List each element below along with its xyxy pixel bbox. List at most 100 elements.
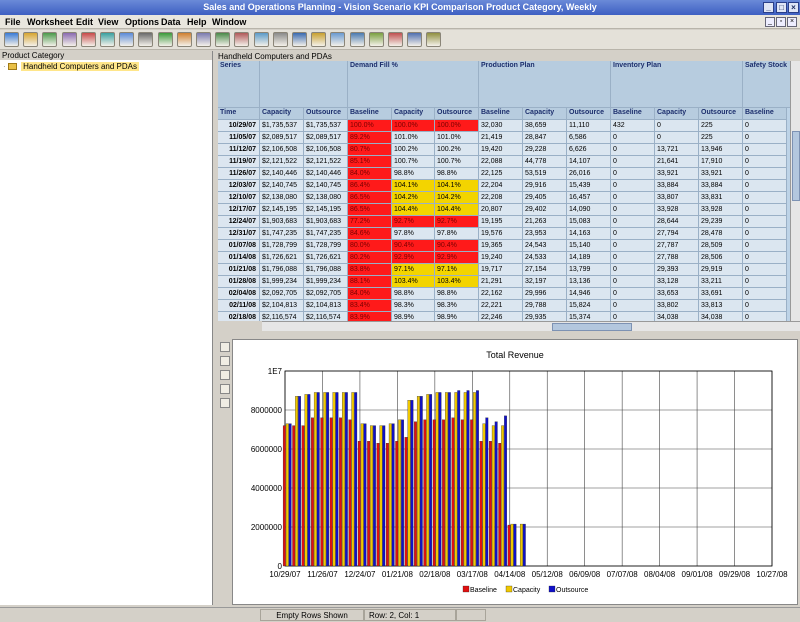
table-cell[interactable]: 28,478 xyxy=(699,228,743,240)
table-cell[interactable]: 77.2% xyxy=(348,216,392,228)
table-cell[interactable]: 104.2% xyxy=(435,192,479,204)
table-cell[interactable]: 0 xyxy=(611,252,655,264)
table-cell[interactable]: 0 xyxy=(611,144,655,156)
table-cell[interactable]: 86.5% xyxy=(348,192,392,204)
horizontal-scrollbar[interactable] xyxy=(262,321,800,331)
table-cell[interactable]: 24,533 xyxy=(523,252,567,264)
table-cell[interactable]: 22,208 xyxy=(479,192,523,204)
table-cell[interactable]: 15,140 xyxy=(567,240,611,252)
minimize-button[interactable]: _ xyxy=(763,2,774,13)
table-cell[interactable]: 33,831 xyxy=(699,192,743,204)
table-cell[interactable]: 432 xyxy=(611,120,655,132)
table-cell[interactable]: 0 xyxy=(743,120,787,132)
table-cell[interactable]: $2,106,508 xyxy=(260,144,304,156)
sort-icon[interactable] xyxy=(407,32,423,47)
table-cell[interactable]: 0 xyxy=(611,300,655,312)
table-cell[interactable]: $2,104,813 xyxy=(260,300,304,312)
table-cell[interactable]: 14,946 xyxy=(567,288,611,300)
table-cell[interactable]: 104.1% xyxy=(392,180,435,192)
table-cell[interactable]: $2,121,522 xyxy=(260,156,304,168)
table-cell[interactable]: 33,128 xyxy=(655,276,699,288)
table-cell[interactable]: 27,787 xyxy=(655,240,699,252)
table-cell[interactable]: 17,910 xyxy=(699,156,743,168)
table-cell[interactable]: $2,138,080 xyxy=(260,192,304,204)
table-cell[interactable]: $2,092,705 xyxy=(260,288,304,300)
table-row[interactable]: 10/29/07 $1,735,537 $1,735,537 100.0% 100.0%… xyxy=(218,120,790,132)
table-cell[interactable]: 22,088 xyxy=(479,156,523,168)
table-cell[interactable]: 0 xyxy=(611,216,655,228)
table-cell[interactable]: 14,107 xyxy=(567,156,611,168)
table-cell[interactable]: $1,796,088 xyxy=(260,264,304,276)
table-cell[interactable]: 98.9% xyxy=(435,312,479,321)
table-cell[interactable]: $1,903,683 xyxy=(260,216,304,228)
table-cell[interactable]: 26,016 xyxy=(567,168,611,180)
table-cell[interactable]: 100.0% xyxy=(348,120,392,132)
menu-file[interactable]: File xyxy=(5,16,21,28)
table-cell[interactable]: 29,996 xyxy=(523,288,567,300)
table-cell[interactable]: 0 xyxy=(743,156,787,168)
table-cell[interactable]: 14,090 xyxy=(567,204,611,216)
table-cell[interactable]: 29,919 xyxy=(699,264,743,276)
table-cell[interactable]: 104.4% xyxy=(435,204,479,216)
menu-data[interactable]: Data xyxy=(161,16,181,28)
table-cell[interactable]: 0 xyxy=(743,300,787,312)
table-cell[interactable]: 0 xyxy=(743,168,787,180)
table-cell[interactable]: 86.4% xyxy=(348,180,392,192)
report-icon[interactable] xyxy=(119,32,135,47)
bar-chart-icon[interactable] xyxy=(311,32,327,47)
table-cell[interactable]: 34,038 xyxy=(655,312,699,321)
table-cell[interactable]: $2,145,195 xyxy=(304,204,348,216)
table-cell[interactable]: $2,138,080 xyxy=(304,192,348,204)
table-cell[interactable]: 0 xyxy=(743,228,787,240)
table-cell[interactable]: 0 xyxy=(655,132,699,144)
table-cell[interactable]: 0 xyxy=(611,264,655,276)
table-cell[interactable]: 104.2% xyxy=(392,192,435,204)
menu-options[interactable]: Options xyxy=(125,16,159,28)
table-cell[interactable]: 21,641 xyxy=(655,156,699,168)
table-cell[interactable]: 6,626 xyxy=(567,144,611,156)
table-cell[interactable]: 38,659 xyxy=(523,120,567,132)
table-row[interactable]: 12/24/07 $1,903,683 $1,903,683 77.2% 92.7% 92… xyxy=(218,216,790,228)
table-cell[interactable]: 22,162 xyxy=(479,288,523,300)
table-cell[interactable]: $2,089,517 xyxy=(260,132,304,144)
table-cell[interactable]: 29,935 xyxy=(523,312,567,321)
area-chart-icon[interactable] xyxy=(220,370,230,380)
table-cell[interactable]: 98.8% xyxy=(392,288,435,300)
table-row[interactable]: 02/04/08 $2,092,705 $2,092,705 84.0% 98.8% 98… xyxy=(218,288,790,300)
table-cell[interactable]: 98.8% xyxy=(435,288,479,300)
table-cell[interactable]: $2,140,446 xyxy=(304,168,348,180)
data-grid[interactable]: Series Demand Fill % Production Plan Invent… xyxy=(218,61,790,321)
table-cell[interactable]: 0 xyxy=(743,204,787,216)
mdi-minimize-button[interactable]: _ xyxy=(765,17,775,27)
table-cell[interactable]: 98.8% xyxy=(392,168,435,180)
table-row[interactable]: 11/26/07 $2,140,446 $2,140,446 84.0% 98.8% 98… xyxy=(218,168,790,180)
table-cell[interactable]: 27,788 xyxy=(655,252,699,264)
table-cell[interactable]: $2,140,745 xyxy=(260,180,304,192)
table-cell[interactable]: 88.1% xyxy=(348,276,392,288)
table-cell[interactable]: $2,140,446 xyxy=(260,168,304,180)
table-cell[interactable]: 19,240 xyxy=(479,252,523,264)
stacked-chart-icon[interactable] xyxy=(220,398,230,408)
table-row[interactable]: 12/10/07 $2,138,080 $2,138,080 86.5% 104.2% 1… xyxy=(218,192,790,204)
table-cell[interactable]: $1,747,235 xyxy=(304,228,348,240)
table-cell[interactable]: 13,946 xyxy=(699,144,743,156)
table-cell[interactable]: 22,246 xyxy=(479,312,523,321)
table-row[interactable]: 01/28/08 $1,999,234 $1,999,234 88.1% 103.4% 1… xyxy=(218,276,790,288)
table-cell[interactable]: 98.8% xyxy=(435,168,479,180)
table-cell[interactable]: 13,799 xyxy=(567,264,611,276)
table-cell[interactable]: 15,083 xyxy=(567,216,611,228)
table-cell[interactable]: 0 xyxy=(611,204,655,216)
table-cell[interactable]: 33,807 xyxy=(655,192,699,204)
table-cell[interactable]: 101.0% xyxy=(435,132,479,144)
grid-icon[interactable] xyxy=(272,32,288,47)
table-cell[interactable]: $1,735,537 xyxy=(260,120,304,132)
table-cell[interactable]: $2,140,745 xyxy=(304,180,348,192)
link-icon[interactable] xyxy=(253,32,269,47)
table-cell[interactable]: 103.4% xyxy=(435,276,479,288)
line-chart-icon[interactable] xyxy=(220,342,230,352)
chart-icon[interactable] xyxy=(138,32,154,47)
notes-icon[interactable] xyxy=(234,32,250,47)
table-icon[interactable] xyxy=(292,32,307,47)
table-cell[interactable]: 14,189 xyxy=(567,252,611,264)
table-cell[interactable]: 0 xyxy=(611,276,655,288)
